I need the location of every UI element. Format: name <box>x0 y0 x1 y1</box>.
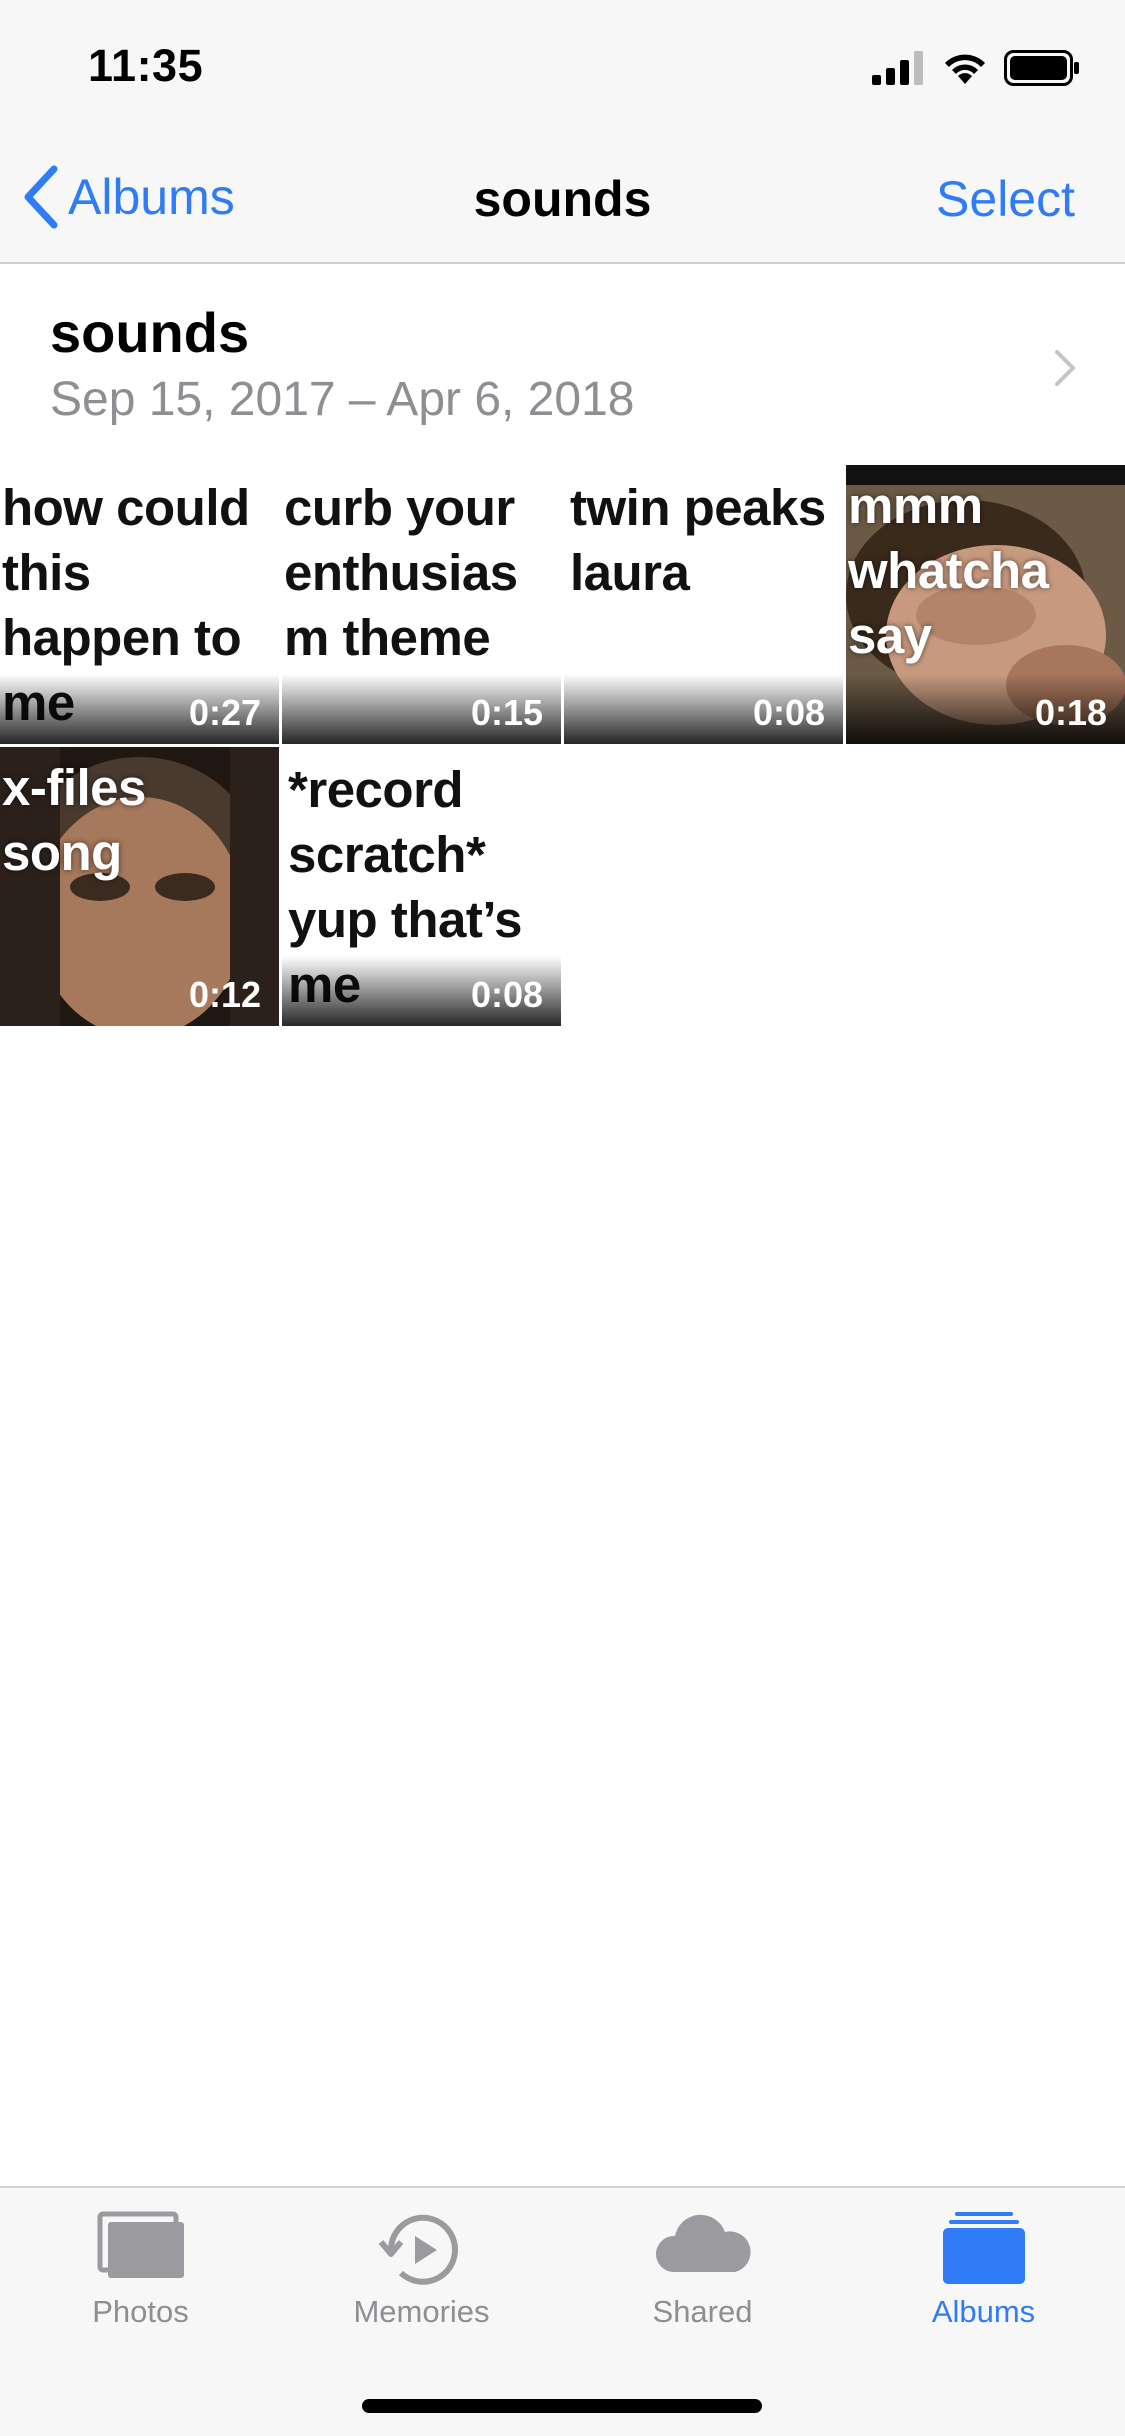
photos-icon <box>97 2211 184 2278</box>
tile-duration: 0:18 <box>1034 692 1107 733</box>
tab-albums[interactable]: Albums <box>843 2188 1124 2348</box>
battery-icon <box>1004 50 1079 86</box>
select-button[interactable]: Select <box>936 170 1075 228</box>
media-tile[interactable]: how could this happen to me 0:27 <box>0 465 279 744</box>
tab-shared[interactable]: Shared <box>562 2188 843 2348</box>
status-bar: 11:35 <box>0 0 1125 132</box>
tile-caption: curb your enthusias m theme <box>284 479 518 666</box>
album-title: sounds <box>50 301 250 364</box>
memories-icon <box>378 2214 458 2285</box>
status-time: 11:35 <box>88 40 204 91</box>
tile-duration: 0:12 <box>188 974 261 1015</box>
tab-label: Memories <box>353 2294 490 2329</box>
tile-duration: 0:08 <box>752 692 825 733</box>
media-grid: how could this happen to me 0:27 curb yo… <box>0 465 1125 1030</box>
home-indicator[interactable] <box>362 2399 762 2413</box>
tile-caption: mmm whatcha say <box>848 477 1049 664</box>
tab-photos[interactable]: Photos <box>0 2188 281 2348</box>
tab-label: Shared <box>652 2294 753 2329</box>
tile-duration: 0:08 <box>470 974 543 1015</box>
album-date-range: Sep 15, 2017 – Apr 6, 2018 <box>50 373 635 426</box>
chevron-right-icon <box>1055 350 1075 386</box>
signal-icon <box>872 51 923 85</box>
tile-duration: 0:15 <box>470 692 543 733</box>
albums-icon <box>942 2212 1025 2284</box>
media-tile[interactable]: mmm whatcha say 0:18 <box>846 465 1125 744</box>
navigation-bar: Albums sounds Select <box>0 132 1125 264</box>
media-tile[interactable]: curb your enthusias m theme 0:15 <box>282 465 561 744</box>
tile-duration: 0:27 <box>188 692 261 733</box>
media-tile[interactable]: twin peaks laura 0:08 <box>564 465 843 744</box>
tab-memories[interactable]: Memories <box>281 2188 562 2348</box>
tab-label: Albums <box>931 2294 1036 2329</box>
status-icons <box>872 48 1080 88</box>
wifi-icon <box>945 54 985 84</box>
tile-caption: x-files song <box>2 759 146 881</box>
media-tile[interactable]: *record scratch* yup that’s me 0:08 <box>282 747 561 1026</box>
tab-bar: Photos Memories Shared Albums <box>0 2186 1125 2436</box>
tile-caption: twin peaks laura <box>570 479 826 601</box>
cloud-icon <box>655 2214 751 2272</box>
media-tile[interactable]: x-files song 0:12 <box>0 747 279 1026</box>
tab-label: Photos <box>92 2294 189 2329</box>
album-header[interactable]: sounds Sep 15, 2017 – Apr 6, 2018 <box>0 264 1125 464</box>
